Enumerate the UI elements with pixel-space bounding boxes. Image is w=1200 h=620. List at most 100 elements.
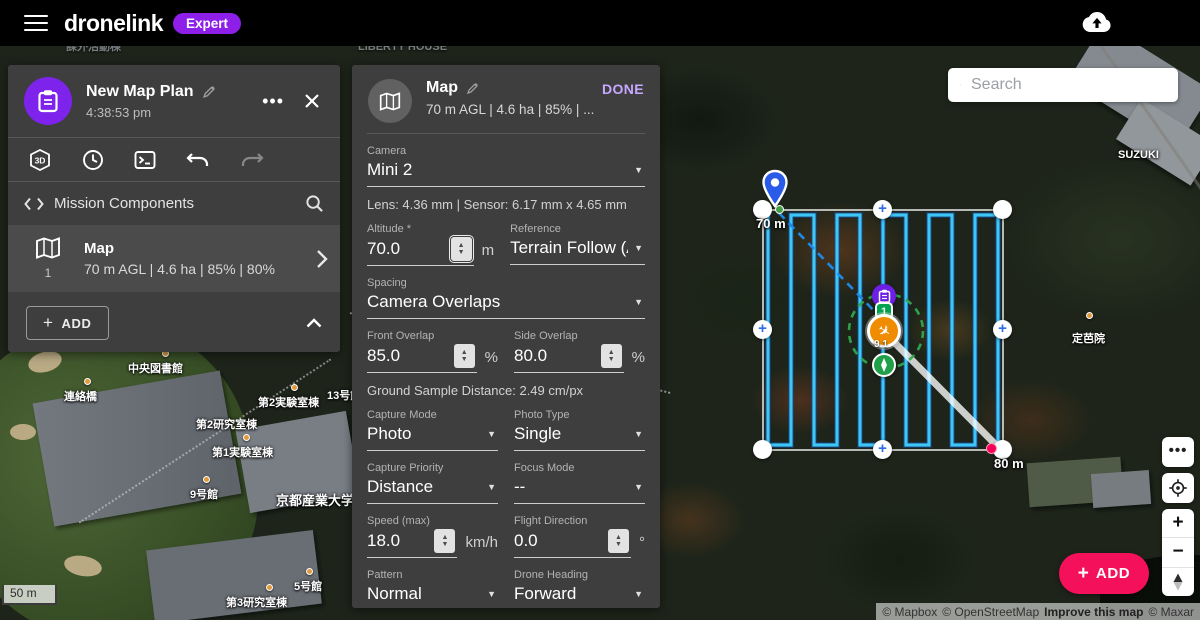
component-index: 1 [28, 266, 68, 280]
survey-corner-handle-bl[interactable] [753, 440, 772, 459]
flight-direction-field: Flight Direction 0.0 ▲▼ ° [514, 504, 645, 558]
component-icon-wrap: 1 [28, 237, 68, 280]
map-icon [379, 92, 401, 111]
map-poi-dot [306, 568, 313, 575]
search-icon[interactable] [305, 194, 324, 213]
component-name: Map [84, 240, 316, 257]
altitude-unit: m [482, 242, 495, 259]
done-button[interactable]: DONE [602, 81, 644, 97]
camera-value: Mini 2 [367, 160, 412, 180]
plan-header: New Map Plan 4:38:53 pm ••• [8, 65, 340, 137]
front-overlap-field: Front Overlap 85.0 ▲▼ % [367, 319, 498, 373]
front-overlap-unit: % [485, 349, 498, 366]
chevron-down-icon: ▼ [634, 297, 643, 307]
plan-title: New Map Plan [86, 83, 194, 101]
front-overlap-input[interactable]: 85.0 [367, 346, 400, 366]
altitude-input[interactable]: 70.0 [367, 239, 400, 259]
drone-heading-field: Drone Heading Forward ▼ [514, 558, 645, 608]
survey-midpoint-handle-bottom[interactable]: + [873, 440, 892, 459]
speed-stepper[interactable]: ▲▼ [434, 529, 455, 553]
mission-components-header: Mission Components [8, 182, 340, 225]
capture-priority-select[interactable]: Distance ▼ [367, 474, 498, 504]
map-poi-dot [84, 378, 91, 385]
console-icon[interactable] [134, 149, 156, 171]
3d-view-icon[interactable]: 3D [28, 148, 52, 172]
gsd-info: Ground Sample Distance: 2.49 cm/px [367, 383, 645, 398]
attribution-osm[interactable]: © OpenStreetMap [942, 605, 1039, 619]
spacing-value: Camera Overlaps [367, 292, 500, 312]
survey-midpoint-handle-right[interactable]: + [993, 320, 1012, 339]
map-more-options-button[interactable]: ••• [1162, 437, 1194, 467]
plan-footer: + ADD [8, 292, 340, 352]
map-poi-dot [203, 476, 210, 483]
undo-icon[interactable] [186, 150, 210, 170]
chevron-up-icon[interactable] [306, 318, 322, 328]
chevron-down-icon: ▼ [634, 429, 643, 439]
timeline-clock-icon[interactable] [82, 149, 104, 171]
menu-icon[interactable] [24, 10, 48, 35]
attribution-maxar[interactable]: © Maxar [1148, 605, 1194, 619]
more-options-icon[interactable]: ••• [254, 87, 292, 116]
capture-priority-label: Capture Priority [367, 462, 498, 474]
zoom-out-button[interactable]: − [1162, 537, 1194, 566]
survey-width-label: 80 m [994, 456, 1024, 471]
component-row-map[interactable]: 1 Map 70 m AGL | 4.6 ha | 85% | 80% [8, 225, 340, 292]
flight-direction-input[interactable]: 0.0 [514, 531, 538, 551]
clipboard-icon [878, 289, 891, 303]
chevron-down-icon: ▼ [634, 243, 643, 253]
focus-mode-field: Focus Mode -- ▼ [514, 451, 645, 504]
reference-select[interactable]: Terrain Follow (AGL) ▼ [510, 235, 645, 265]
map-attribution: © Mapbox © OpenStreetMap Improve this ma… [876, 603, 1200, 620]
survey-midpoint-handle-left[interactable]: + [753, 320, 772, 339]
component-texts: Map 70 m AGL | 4.6 ha | 85% | 80% [84, 240, 316, 277]
survey-midpoint-handle-top[interactable]: + [873, 200, 892, 219]
map-search-box [948, 68, 1178, 102]
cloud-sync-icon[interactable] [1082, 10, 1112, 34]
survey-altitude-label: 70 m [756, 216, 786, 231]
speed-input[interactable]: 18.0 [367, 531, 400, 551]
attribution-improve-link[interactable]: Improve this map [1044, 605, 1143, 619]
divider [367, 133, 645, 134]
photo-type-label: Photo Type [514, 409, 645, 421]
pattern-value: Normal [367, 584, 422, 604]
edit-pencil-icon[interactable] [202, 85, 216, 99]
drone-heading-select[interactable]: Forward ▼ [514, 581, 645, 608]
spacing-select[interactable]: Camera Overlaps ▼ [367, 289, 645, 319]
reference-label: Reference [510, 223, 645, 235]
add-component-button[interactable]: + ADD [26, 306, 109, 340]
redo-icon[interactable] [240, 150, 264, 170]
app-root: 課外活動棟LIBERTY HOUSEテラスICHI地球環境学研究所総合SUZUK… [0, 0, 1200, 620]
speed-field: Speed (max) 18.0 ▲▼ km/h [367, 504, 498, 558]
compass-reset-button[interactable] [1162, 567, 1194, 596]
capture-mode-select[interactable]: Photo ▼ [367, 421, 498, 451]
map-add-button[interactable]: + ADD [1059, 553, 1149, 594]
side-overlap-stepper[interactable]: ▲▼ [601, 344, 622, 368]
pattern-select[interactable]: Normal ▼ [367, 581, 498, 608]
attribution-mapbox[interactable]: © Mapbox [882, 605, 937, 619]
close-icon[interactable] [298, 89, 326, 113]
map-scale-bar: 50 m [2, 585, 57, 605]
zoom-in-button[interactable]: + [1162, 509, 1194, 537]
survey-corner-handle-tr[interactable] [993, 200, 1012, 219]
photo-type-select[interactable]: Single ▼ [514, 421, 645, 451]
app-logo[interactable]: dronelink [64, 10, 163, 37]
capture-mode-value: Photo [367, 424, 411, 444]
detail-summary: 70 m AGL | 4.6 ha | 85% | ... [426, 102, 644, 117]
compass-marker[interactable] [872, 353, 896, 377]
front-overlap-stepper[interactable]: ▲▼ [454, 344, 475, 368]
side-overlap-input[interactable]: 80.0 [514, 346, 547, 366]
geolocate-button[interactable] [1162, 473, 1194, 503]
altitude-stepper[interactable]: ▲▼ [451, 237, 472, 261]
camera-select[interactable]: Mini 2 ▼ [367, 157, 645, 187]
map-pin-icon[interactable] [760, 169, 790, 211]
mission-components-title: Mission Components [54, 195, 305, 212]
flight-direction-unit: ° [639, 534, 645, 551]
search-input[interactable] [971, 76, 1178, 94]
top-bar: dronelink Expert [0, 0, 1200, 46]
chevron-down-icon: ▼ [634, 482, 643, 492]
edit-pencil-icon[interactable] [466, 82, 479, 95]
speed-unit: km/h [465, 534, 498, 551]
map-detail-panel: Map 70 m AGL | 4.6 ha | 85% | ... DONE C… [352, 65, 660, 608]
focus-mode-select[interactable]: -- ▼ [514, 474, 645, 504]
flight-direction-stepper[interactable]: ▲▼ [608, 529, 629, 553]
